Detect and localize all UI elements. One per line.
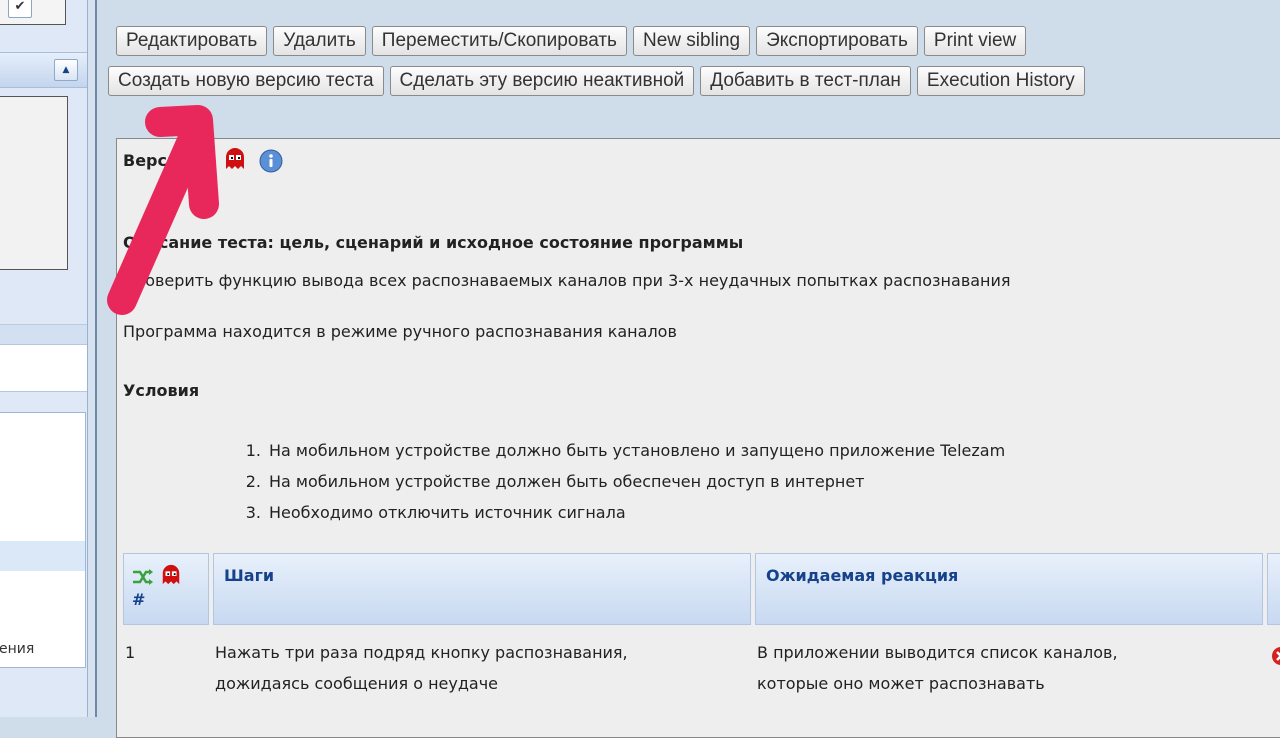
step-expected: В приложении выводится список каналов, к…: [757, 637, 1118, 699]
step-action-line: дожидаясь сообщения о неудаче: [215, 674, 499, 693]
summary-heading: Описание теста: цель, сценарий и исходно…: [123, 233, 744, 252]
delete-button[interactable]: Удалить: [273, 26, 366, 56]
tree-item-label[interactable]: ения: [0, 641, 34, 657]
left-panel-separator: [0, 324, 87, 345]
steps-num-header: #: [123, 553, 209, 625]
shuffle-icon[interactable]: [132, 569, 160, 590]
add-to-testplan-button[interactable]: Добавить в тест-план: [700, 66, 911, 96]
version-label: Версия: [123, 151, 189, 170]
edit-button[interactable]: Редактировать: [116, 26, 268, 56]
create-new-version-button[interactable]: Создать новую версию теста: [108, 66, 384, 96]
steps-num-header-label: #: [132, 590, 146, 609]
summary-text: Проверить функцию вывода всех распознава…: [123, 271, 1011, 290]
ghost-icon[interactable]: [160, 564, 182, 590]
left-checkbox[interactable]: ✔: [8, 0, 32, 18]
actions-header: [1267, 553, 1280, 625]
tree-selected-row[interactable]: [0, 541, 85, 571]
move-copy-button[interactable]: Переместить/Скопировать: [371, 26, 627, 56]
step-action-line: Нажать три раза подряд кнопку распознава…: [215, 643, 628, 662]
new-sibling-button[interactable]: New sibling: [632, 26, 751, 56]
left-panel: ✔ ▲ ения: [0, 0, 87, 717]
step-action: Нажать три раза подряд кнопку распознава…: [215, 637, 628, 699]
expected-header[interactable]: Ожидаемая реакция: [755, 553, 1263, 625]
print-view-button[interactable]: Print view: [923, 26, 1027, 56]
toolbar-row-2: Создать новую версию теста Сделать эту в…: [108, 66, 1085, 96]
list-item: 3. Необходимо отключить источник сигнала: [245, 503, 626, 522]
delete-step-icon[interactable]: [1271, 645, 1280, 676]
mode-text: Программа находится в режиме ручного рас…: [123, 322, 677, 341]
step-expected-line: которые оно может распознавать: [757, 674, 1045, 693]
steps-header[interactable]: Шаги: [213, 553, 751, 625]
step-expected-line: В приложении выводится список каналов,: [757, 643, 1118, 662]
left-panel-field[interactable]: [0, 344, 87, 392]
step-number: 1: [125, 643, 136, 662]
preconditions-list: 1. На мобильном устройстве должно быть ус…: [229, 435, 1005, 528]
deactivate-version-button[interactable]: Сделать эту версию неактивной: [389, 66, 695, 96]
panel-splitter[interactable]: [87, 0, 97, 717]
list-item: 1. На мобильном устройстве должно быть ус…: [245, 441, 1006, 460]
execution-history-button[interactable]: Execution History: [916, 66, 1085, 96]
left-panel-tree[interactable]: ения: [0, 412, 86, 668]
left-panel-header: ▲: [0, 52, 87, 88]
export-button[interactable]: Экспортировать: [756, 26, 918, 56]
collapse-up-icon[interactable]: ▲: [54, 59, 78, 81]
list-item: 2. На мобильном устройстве должен быть об…: [245, 472, 865, 491]
info-icon[interactable]: [259, 149, 283, 177]
testcase-content: Версия Описание теста: цель, сценарий и …: [116, 138, 1280, 738]
ghost-icon[interactable]: [223, 147, 247, 175]
preconditions-heading: Условия: [123, 381, 200, 400]
toolbar-row-1: Редактировать Удалить Переместить/Скопир…: [116, 26, 1027, 56]
left-panel-box: [0, 96, 68, 270]
